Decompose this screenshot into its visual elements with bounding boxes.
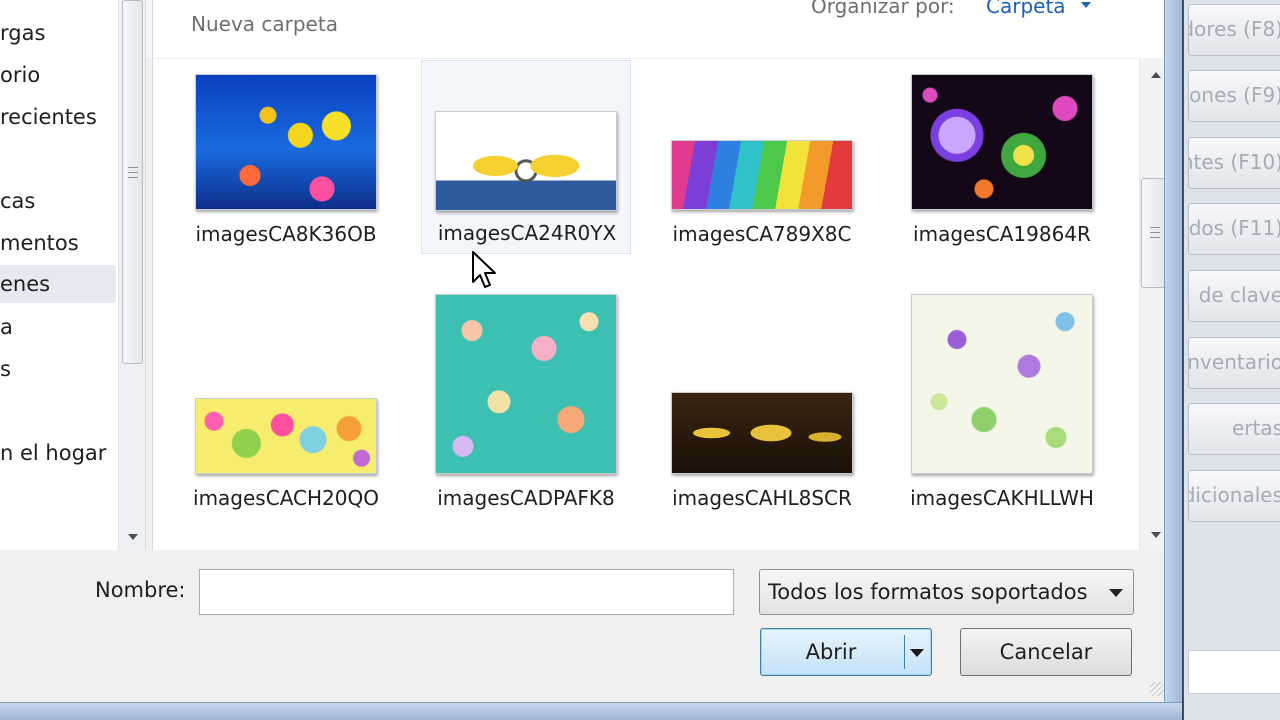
scroll-down-arrow-icon[interactable] — [128, 534, 138, 540]
grip-line — [128, 172, 138, 174]
background-app-button-label: ciones (F9) — [1189, 83, 1280, 107]
image-thumbnail — [195, 398, 377, 474]
cancel-button[interactable]: Cancelar — [960, 628, 1132, 676]
nav-item-bibliotecas[interactable]: cas — [0, 182, 116, 220]
new-folder-button[interactable]: Nueva carpeta — [191, 12, 338, 36]
file-list-view: Nueva carpeta Organizar por: Carpeta ima… — [152, 0, 1170, 550]
background-app-button[interactable]: ertas — [1188, 403, 1280, 455]
background-app-button-label: entes (F10) — [1189, 150, 1280, 174]
background-app-button[interactable]: dores (F8) — [1188, 4, 1280, 56]
background-app-button[interactable]: r Inventario — [1188, 337, 1280, 389]
open-button-label: Abrir — [805, 640, 857, 664]
file-item[interactable]: imagesCAHL8SCR — [657, 290, 867, 548]
image-thumbnail — [435, 294, 617, 474]
file-item[interactable]: imagesCACH20QO — [181, 290, 391, 548]
file-name-label: Nombre: — [95, 578, 186, 602]
organize-by-dropdown[interactable]: Carpeta — [986, 0, 1066, 18]
file-type-value: Todos los formatos soportados — [768, 580, 1088, 604]
background-app-button-label: dores (F8) — [1188, 17, 1280, 41]
grip-line — [128, 167, 138, 169]
image-thumbnail — [911, 74, 1093, 210]
file-name-input[interactable] — [199, 569, 734, 615]
file-name: imagesCAKHLLWH — [910, 486, 1094, 510]
dialog-frame-bottom — [0, 702, 1182, 720]
image-thumbnail — [435, 111, 617, 211]
file-name: imagesCAHL8SCR — [672, 486, 852, 510]
background-app-button[interactable]: dos (F11) — [1188, 203, 1280, 255]
grip-line — [1150, 237, 1160, 239]
nav-item-imagenes[interactable]: enes — [0, 265, 116, 303]
grip-line — [128, 177, 138, 179]
nav-item-descargas[interactable]: rgas — [0, 14, 116, 52]
open-file-dialog: rgas orio recientes cas mentos enes a s … — [0, 0, 1170, 712]
resize-grip-icon[interactable] — [1150, 682, 1164, 696]
nav-item-documentos[interactable]: mentos — [0, 224, 116, 262]
file-item[interactable]: imagesCA8K36OB — [181, 62, 391, 292]
file-name: imagesCA24R0YX — [437, 221, 617, 245]
mouse-cursor-icon — [472, 251, 496, 288]
file-name: imagesCA789X8C — [672, 222, 852, 246]
file-name: imagesCA19864R — [913, 222, 1091, 246]
nav-item-musica[interactable]: a — [0, 308, 116, 346]
file-item[interactable]: imagesCA19864R — [897, 62, 1107, 292]
background-app-panel: dores (F8) ciones (F9) entes (F10) dos (… — [1182, 0, 1280, 720]
image-thumbnail — [195, 74, 377, 210]
file-name: imagesCACH20QO — [193, 486, 379, 510]
nav-item-videos[interactable]: s — [0, 350, 116, 388]
file-type-select[interactable]: Todos los formatos soportados — [759, 569, 1134, 615]
grip-line — [1150, 227, 1160, 229]
file-name: imagesCADPAFK8 — [437, 486, 615, 510]
chevron-down-icon[interactable] — [1081, 2, 1091, 8]
divider — [904, 635, 905, 669]
image-thumbnail — [911, 294, 1093, 474]
file-item[interactable]: imagesCAKHLLWH — [897, 290, 1107, 548]
scroll-up-arrow-icon[interactable] — [1151, 72, 1161, 78]
background-app-button[interactable]: de clave — [1188, 270, 1280, 322]
background-app-button-label: dicionales — [1188, 483, 1280, 507]
file-item[interactable]: imagesCA24R0YX — [421, 60, 631, 254]
background-app-button-label: dos (F11) — [1188, 216, 1280, 240]
file-name: imagesCA8K36OB — [195, 222, 377, 246]
background-app-field — [1188, 650, 1280, 694]
grip-line — [1150, 232, 1160, 234]
nav-item-grupo-hogar[interactable]: n el hogar — [0, 434, 116, 472]
background-app-button-label: r Inventario — [1188, 350, 1280, 374]
background-app-button-label: de clave — [1198, 283, 1280, 307]
organize-by-label: Organizar por: — [811, 0, 955, 18]
file-item[interactable]: imagesCADPAFK8 — [421, 290, 631, 548]
image-thumbnail — [671, 392, 853, 474]
chevron-down-icon[interactable] — [910, 649, 924, 657]
divider — [153, 58, 1139, 59]
background-app-button[interactable]: ciones (F9) — [1188, 70, 1280, 122]
nav-item-sitios-recientes[interactable]: recientes — [0, 98, 116, 136]
file-item[interactable]: imagesCA789X8C — [657, 62, 867, 292]
nav-item-escritorio[interactable]: orio — [0, 56, 116, 94]
background-app-button[interactable]: dicionales — [1188, 470, 1280, 522]
dialog-frame-right — [1164, 0, 1182, 720]
open-button[interactable]: Abrir — [760, 628, 932, 676]
navigation-pane: rgas orio recientes cas mentos enes a s … — [0, 0, 146, 550]
nav-scrollbar[interactable] — [118, 0, 145, 550]
nav-scrollbar-thumb[interactable] — [122, 0, 143, 364]
image-thumbnail — [671, 140, 853, 210]
background-app-button-label: ertas — [1231, 416, 1280, 440]
background-app-button[interactable]: entes (F10) — [1188, 137, 1280, 189]
chevron-down-icon — [1109, 589, 1123, 597]
scroll-down-arrow-icon[interactable] — [1151, 532, 1161, 538]
